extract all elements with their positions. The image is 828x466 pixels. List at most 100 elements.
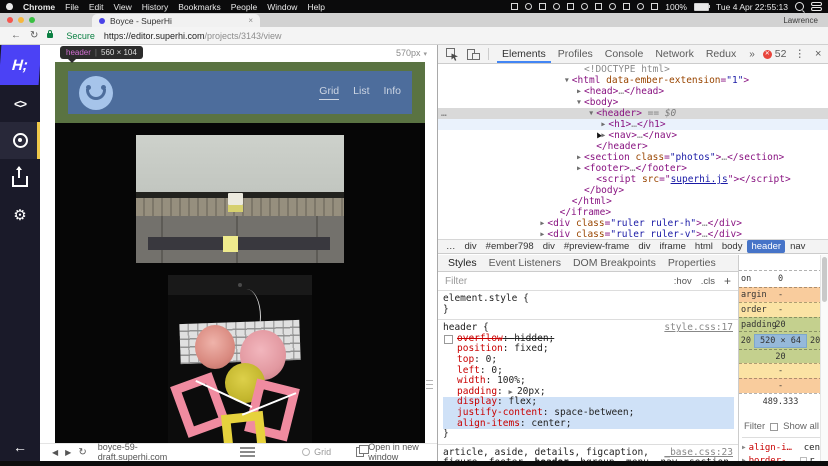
rule-base-elements[interactable]: _base.css:23 article, aside, details, fi…	[438, 445, 738, 461]
styles-tab-properties[interactable]: Properties	[662, 257, 722, 269]
kebab-menu-icon[interactable]: ⋮	[794, 48, 805, 60]
sidebar-item-settings[interactable]: ⚙	[0, 196, 40, 233]
breadcrumb-item[interactable]: nav	[786, 240, 809, 253]
sidebar-item-preview[interactable]	[0, 122, 40, 159]
devtools-tab-network[interactable]: Network	[650, 45, 699, 63]
menu-item-help[interactable]: Help	[307, 2, 324, 12]
menu-item-file[interactable]: File	[65, 2, 79, 12]
breadcrumb-item[interactable]: html	[691, 240, 717, 253]
styles-tab-styles[interactable]: Styles	[442, 257, 483, 269]
preview-forward-button[interactable]: ▶	[65, 448, 71, 457]
rule-element-style[interactable]: element.style { }	[438, 291, 738, 321]
styles-filter-input[interactable]: Filter	[445, 276, 467, 287]
breadcrumb-item[interactable]: iframe	[656, 240, 690, 253]
airplay-icon[interactable]	[651, 3, 659, 10]
window-close-button[interactable]	[7, 17, 13, 23]
secure-label[interactable]: Secure	[66, 31, 95, 41]
breadcrumb-item[interactable]: body	[718, 240, 747, 253]
share-icon[interactable]	[609, 3, 617, 10]
dom-node[interactable]: ▶ <div class="ruler ruler-h">…</div>	[438, 218, 828, 229]
pane-resize-handle[interactable]	[426, 380, 433, 394]
sidebar-item-share[interactable]	[0, 159, 40, 196]
window-icon[interactable]	[539, 3, 547, 10]
menubar-clock[interactable]: Tue 4 Apr 22:55:13	[716, 2, 788, 12]
breadcrumb-item[interactable]: #preview-frame	[560, 240, 633, 253]
computed-property[interactable]: ▶ border-… r…	[742, 454, 820, 461]
dom-node[interactable]: … ▼ <header> == $0	[438, 108, 828, 119]
breadcrumb-item[interactable]: header	[747, 240, 786, 253]
styles-tab-dom-breakpoints[interactable]: DOM Breakpoints	[567, 257, 662, 269]
wifi-icon[interactable]	[637, 3, 645, 10]
toggle-class-button[interactable]: .cls	[701, 276, 715, 287]
show-all-checkbox[interactable]	[770, 422, 779, 431]
box-icon[interactable]	[595, 3, 603, 10]
computed-property[interactable]: ▶ align-i… cen	[742, 441, 820, 454]
spotlight-icon[interactable]	[795, 2, 804, 11]
menu-item-bookmarks[interactable]: Bookmarks	[178, 2, 221, 12]
safari-icon[interactable]	[581, 3, 589, 10]
back-arrow-icon[interactable]: ←	[0, 439, 40, 455]
dom-node[interactable]: </html>	[438, 196, 828, 207]
preview-back-button[interactable]: ◀	[52, 448, 58, 457]
new-style-rule-button[interactable]: +	[724, 274, 731, 288]
menu-item-view[interactable]: View	[113, 2, 131, 12]
preview-width-dropdown[interactable]: 570px ▾	[396, 48, 427, 58]
toggle-hover-button[interactable]: :hov	[674, 276, 692, 287]
element-style-selector[interactable]: element.style {	[443, 293, 734, 305]
draft-url[interactable]: boyce-59-draft.superhi.com	[98, 442, 175, 462]
browser-tab[interactable]: Boyce - SuperHi ×	[92, 14, 260, 27]
dom-node[interactable]: ▶ <div class="ruler ruler-v">…</div>	[438, 229, 828, 239]
preview-refresh-button[interactable]: ↻	[78, 447, 86, 458]
dom-node[interactable]: ▼ <body>	[438, 97, 828, 108]
breadcrumb-item[interactable]: …	[442, 240, 460, 253]
site-nav-grid[interactable]: Grid	[319, 85, 340, 100]
info-icon[interactable]	[525, 3, 533, 10]
breadcrumb-item[interactable]: div	[539, 240, 559, 253]
styles-tab-event-listeners[interactable]: Event Listeners	[483, 257, 567, 269]
computed-filter-input[interactable]: Filter	[744, 421, 765, 432]
dom-node[interactable]: ▶ <footer>…</footer>	[438, 163, 828, 174]
grid-toggle[interactable]: Grid	[302, 447, 331, 457]
dom-node[interactable]: <script src="superhi.js"></script>	[438, 174, 828, 185]
screen-mirroring-icon[interactable]	[511, 3, 519, 10]
devtools-close-icon[interactable]: ×	[815, 48, 821, 60]
dom-node[interactable]: ▶ <h1>…</h1>	[438, 119, 828, 130]
tab-close-icon[interactable]: ×	[248, 16, 253, 25]
devtools-tab-elements[interactable]: Elements	[497, 45, 551, 63]
open-new-window-button[interactable]: Open in new window	[356, 442, 425, 462]
devtools-tab-console[interactable]: Console	[600, 45, 649, 63]
css-declaration[interactable]: align-items: center;	[443, 418, 734, 430]
dom-node[interactable]: </body>	[438, 185, 828, 196]
superhi-logo[interactable]: H;	[0, 45, 42, 85]
stylesheet-link[interactable]: _base.css:23	[664, 447, 733, 459]
back-button[interactable]: ←	[11, 30, 21, 41]
breadcrumb-item[interactable]: #ember798	[482, 240, 538, 253]
time-machine-icon[interactable]	[567, 3, 575, 10]
dom-node[interactable]: ▶ <section class="photos">…</section>	[438, 152, 828, 163]
menu-item-window[interactable]: Window	[267, 2, 297, 12]
menu-item-people[interactable]: People	[231, 2, 257, 12]
chrome-profile-name[interactable]: Lawrence	[783, 16, 818, 25]
ink-drop-icon[interactable]	[553, 3, 561, 10]
apple-icon[interactable]	[6, 3, 13, 10]
devtools-tab-redux[interactable]: Redux	[701, 45, 741, 63]
window-minimize-button[interactable]	[18, 17, 24, 23]
site-nav-info[interactable]: Info	[383, 85, 401, 100]
error-badge[interactable]: ✕ 52	[762, 48, 786, 60]
devtools-scrollbar[interactable]	[820, 255, 828, 461]
notification-center-icon[interactable]	[811, 2, 822, 11]
rule-header[interactable]: style.css:17 header { overflow: hidden; p…	[438, 320, 738, 445]
dom-node[interactable]: </header>	[438, 141, 828, 152]
device-toolbar-icon[interactable]	[467, 48, 480, 61]
more-tabs-icon[interactable]: »	[749, 49, 755, 60]
menu-item-edit[interactable]: Edit	[89, 2, 104, 12]
inspect-element-icon[interactable]	[446, 47, 459, 61]
scrollbar-thumb[interactable]	[822, 257, 827, 302]
menu-item-history[interactable]: History	[142, 2, 168, 12]
sidebar-item-code[interactable]: <>	[0, 85, 40, 122]
url-text[interactable]: https://editor.superhi.com/projects/3143…	[104, 31, 282, 41]
smiley-logo[interactable]	[79, 75, 113, 110]
stylesheet-link[interactable]: style.css:17	[664, 323, 733, 334]
menu-item-chrome[interactable]: Chrome	[23, 2, 55, 12]
dom-node[interactable]: ▼ <html data-ember-extension="1">	[438, 75, 828, 86]
